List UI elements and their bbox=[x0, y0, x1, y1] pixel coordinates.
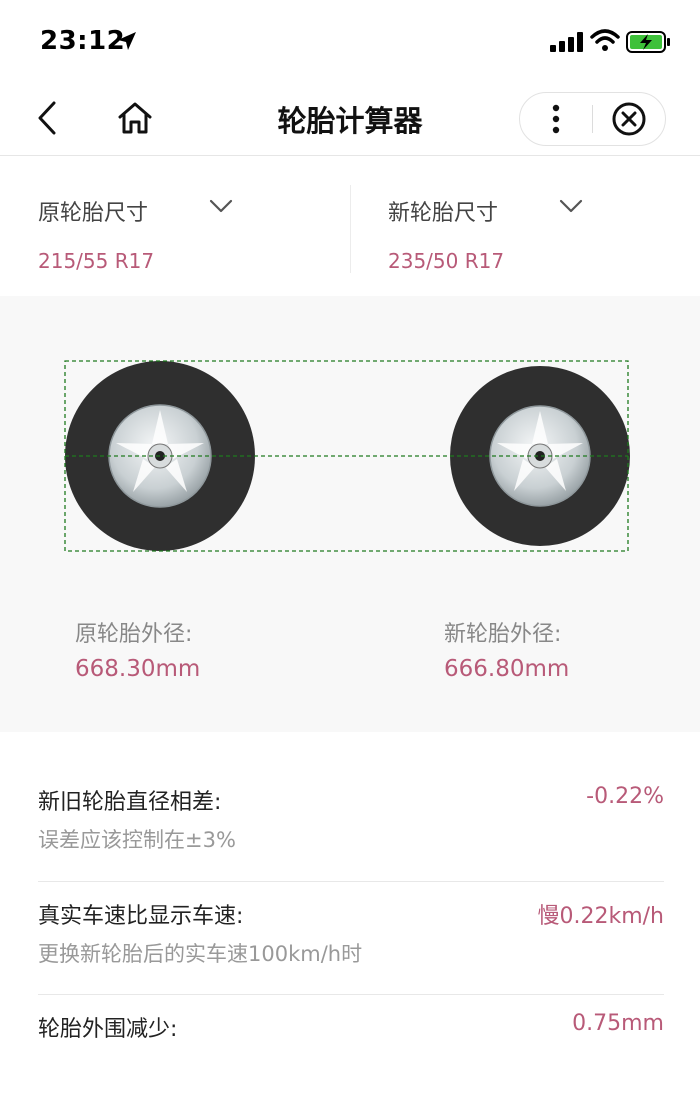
new-size-value: 235/50 R17 bbox=[388, 249, 505, 273]
tire-size-selectors: 原轮胎尺寸 215/55 R17 新轮胎尺寸 235/50 R17 bbox=[0, 157, 700, 296]
result-row-diameter-diff: 新旧轮胎直径相差: -0.22% 误差应该控制在±3% bbox=[38, 732, 664, 882]
result-value: -0.22% bbox=[586, 784, 664, 809]
tire-comparison-graphic bbox=[64, 360, 630, 552]
original-diameter-value: 668.30mm bbox=[75, 656, 201, 682]
more-icon bbox=[552, 104, 560, 134]
result-value: 慢0.22km/h bbox=[537, 904, 664, 929]
new-size-selector[interactable]: 新轮胎尺寸 235/50 R17 bbox=[350, 157, 700, 296]
result-value: 0.75mm bbox=[572, 1011, 664, 1036]
result-title: 轮胎外围减少: bbox=[38, 1017, 178, 1042]
new-diameter-value: 666.80mm bbox=[444, 656, 570, 682]
result-title: 新旧轮胎直径相差: bbox=[38, 790, 222, 815]
signal-icon bbox=[550, 32, 583, 52]
more-button[interactable] bbox=[520, 93, 592, 145]
battery-charging-icon bbox=[626, 31, 670, 53]
new-size-label: 新轮胎尺寸 bbox=[388, 201, 499, 226]
original-size-value: 215/55 R17 bbox=[38, 249, 155, 273]
result-row-speed-diff: 真实车速比显示车速: 慢0.22km/h 更换新轮胎后的实车速100km/h时 bbox=[38, 882, 664, 995]
original-diameter-label: 原轮胎外径: bbox=[75, 622, 193, 647]
chevron-down-icon bbox=[559, 199, 583, 213]
mini-program-capsule bbox=[519, 92, 666, 146]
nav-bar: 轮胎计算器 bbox=[0, 84, 700, 156]
wifi-icon bbox=[590, 29, 620, 51]
result-title: 真实车速比显示车速: bbox=[38, 904, 244, 929]
result-note: 更换新轮胎后的实车速100km/h时 bbox=[38, 942, 363, 966]
tire-diagram: 原轮胎外径: 668.30mm 新轮胎外径: 666.80mm bbox=[0, 296, 700, 732]
close-button[interactable] bbox=[593, 93, 665, 145]
location-arrow-icon bbox=[118, 32, 136, 50]
original-size-label: 原轮胎尺寸 bbox=[38, 201, 149, 226]
results-list: 新旧轮胎直径相差: -0.22% 误差应该控制在±3% 真实车速比显示车速: 慢… bbox=[38, 732, 664, 1075]
status-time: 23:12 bbox=[40, 26, 126, 56]
new-tire-icon bbox=[450, 366, 630, 546]
close-circle-icon bbox=[612, 102, 646, 136]
result-note: 误差应该控制在±3% bbox=[38, 828, 236, 852]
original-size-selector[interactable]: 原轮胎尺寸 215/55 R17 bbox=[0, 157, 350, 296]
result-row-circumference-diff: 轮胎外围减少: 0.75mm bbox=[38, 995, 664, 1075]
chevron-down-icon bbox=[209, 199, 233, 213]
status-bar: 23:12 bbox=[0, 0, 700, 84]
new-diameter-label: 新轮胎外径: bbox=[444, 622, 562, 647]
